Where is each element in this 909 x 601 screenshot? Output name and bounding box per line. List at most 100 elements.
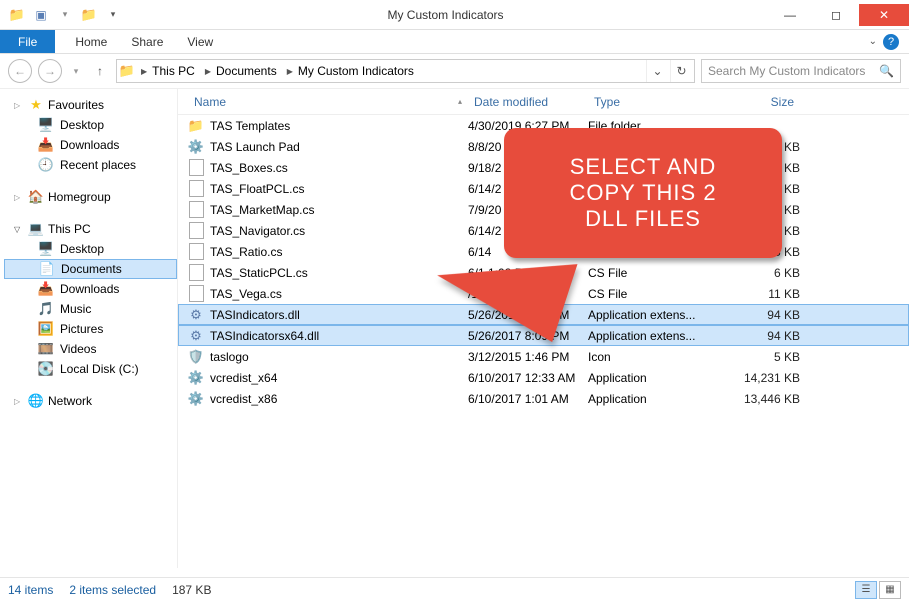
csharp-file-icon [188,223,204,239]
sidebar-item-downloads[interactable]: 📥Downloads [4,135,177,155]
close-button[interactable]: ✕ [859,4,909,26]
breadcrumb-documents[interactable]: Documents [216,64,277,78]
sidebar-item-desktop[interactable]: 🖥️Desktop [4,115,177,135]
column-header-name[interactable]: Name▴ [188,95,468,109]
pictures-icon: 🖼️ [38,321,54,337]
file-name: TAS_Navigator.cs [210,224,305,238]
file-name: TAS_Vega.cs [210,287,282,301]
csharp-file-icon [188,202,204,218]
file-size: 94 KB [720,329,800,343]
sidebar-network-header[interactable]: ▷🌐Network [4,391,177,411]
chevron-right-icon[interactable]: ▶ [205,67,211,76]
dll-icon: ⚙ [188,307,204,323]
home-tab[interactable]: Home [63,30,119,53]
chevron-right-icon[interactable]: ▶ [287,67,293,76]
file-date: 6/10/2017 1:01 AM [468,392,588,406]
disk-icon: 💽 [38,361,54,377]
sidebar-item-pc-music[interactable]: 🎵Music [4,299,177,319]
sidebar-item-pc-pictures[interactable]: 🖼️Pictures [4,319,177,339]
star-icon: ★ [28,97,44,113]
column-header-type[interactable]: Type [588,95,720,109]
file-name: TASIndicators.dll [210,308,300,322]
file-size: 11 KB [720,287,800,301]
nav-up-button[interactable]: ↑ [90,61,110,81]
status-bar: 14 items 2 items selected 187 KB ☰ ▦ [0,577,909,601]
sidebar-item-pc-videos[interactable]: 🎞️Videos [4,339,177,359]
properties-icon[interactable]: ▣ [30,4,52,26]
address-dropdown-button[interactable]: ⌄ [646,60,668,82]
file-type: CS File [588,266,720,280]
breadcrumb-folder[interactable]: My Custom Indicators [298,64,414,78]
sidebar-thispc-header[interactable]: ▽💻This PC [4,219,177,239]
status-item-count: 14 items [8,583,53,597]
file-size: 13,446 KB [720,392,800,406]
file-name: vcredist_x86 [210,392,277,406]
pc-icon: 💻 [28,221,44,237]
sidebar-item-pc-desktop[interactable]: 🖥️Desktop [4,239,177,259]
status-selection-count: 2 items selected [69,583,156,597]
downloads-icon: 📥 [38,137,54,153]
file-name: TAS_StaticPCL.cs [210,266,308,280]
nav-history-dropdown[interactable]: ▾ [68,63,84,79]
file-type: CS File [588,287,720,301]
music-icon: 🎵 [38,301,54,317]
navigation-pane[interactable]: ▷★Favourites 🖥️Desktop 📥Downloads 🕘Recen… [0,89,178,568]
file-name: TAS_FloatPCL.cs [210,182,304,196]
view-details-button[interactable]: ☰ [855,581,877,599]
dll-icon: ⚙ [188,328,204,344]
network-icon: 🌐 [28,393,44,409]
file-type: Application extens... [588,329,720,343]
sidebar-item-recent[interactable]: 🕘Recent places [4,155,177,175]
exe-icon: ⚙️ [188,139,204,155]
file-row[interactable]: ⚙️ vcredist_x86 6/10/2017 1:01 AMApplicati… [178,388,909,409]
file-name: vcredist_x64 [210,371,277,385]
ribbon-expand-icon[interactable]: ⌄ [869,36,877,47]
column-header-date[interactable]: Date modified [468,95,588,109]
csharp-file-icon [188,244,204,260]
sidebar-homegroup-header[interactable]: ▷🏠Homegroup [4,187,177,207]
file-size: 14,231 KB [720,371,800,385]
file-type: Application [588,371,720,385]
address-bar[interactable]: 📁 ▶This PC ▶Documents ▶My Custom Indicat… [116,59,695,83]
file-type: Application [588,392,720,406]
nav-back-button[interactable]: ← [8,59,32,83]
file-name: taslogo [210,350,249,364]
sort-asc-icon: ▴ [458,97,462,106]
view-tab[interactable]: View [175,30,225,53]
share-tab[interactable]: Share [119,30,175,53]
minimize-button[interactable]: — [767,4,813,26]
annotation-callout: SELECT AND COPY THIS 2 DLL FILES [504,128,782,258]
homegroup-icon: 🏠 [28,189,44,205]
sidebar-item-pc-localdisk[interactable]: 💽Local Disk (C:) [4,359,177,379]
file-date: 6/10/2017 12:33 AM [468,371,588,385]
sidebar-item-pc-documents[interactable]: 📄Documents [4,259,177,279]
status-selection-size: 187 KB [172,583,211,597]
folder-icon[interactable]: 📁 [6,4,28,26]
view-large-icons-button[interactable]: ▦ [879,581,901,599]
documents-icon: 📄 [39,261,55,277]
search-input[interactable]: Search My Custom Indicators 🔍 [701,59,901,83]
file-date: 3/12/2015 1:46 PM [468,350,588,364]
exe-icon: ⚙️ [188,391,204,407]
file-name: TAS Templates [210,119,290,133]
recent-icon: 🕘 [38,157,54,173]
new-folder-icon[interactable]: 📁 [78,4,100,26]
chevron-right-icon[interactable]: ▶ [141,67,147,76]
column-header-size[interactable]: Size [720,95,800,109]
videos-icon: 🎞️ [38,341,54,357]
file-size: 5 KB [720,350,800,364]
file-row[interactable]: ⚙️vcredist_x646/10/2017 12:33 AMApplicat… [178,367,909,388]
help-icon[interactable]: ? [883,34,899,50]
sidebar-item-pc-downloads[interactable]: 📥Downloads [4,279,177,299]
sidebar-favourites-header[interactable]: ▷★Favourites [4,95,177,115]
file-row[interactable]: 🛡️taslogo3/12/2015 1:46 PMIcon5 KB [178,346,909,367]
refresh-button[interactable]: ↻ [670,60,692,82]
breadcrumb-root[interactable]: This PC [152,64,195,78]
file-type: Application extens... [588,308,720,322]
file-tab[interactable]: File [0,30,55,53]
file-size: 94 KB [720,308,800,322]
qat-overflow-icon[interactable]: ▾ [102,4,124,26]
maximize-button[interactable]: ◻ [813,4,859,26]
ico-icon: 🛡️ [188,349,204,365]
undo-dropdown-icon[interactable]: ▾ [54,4,76,26]
